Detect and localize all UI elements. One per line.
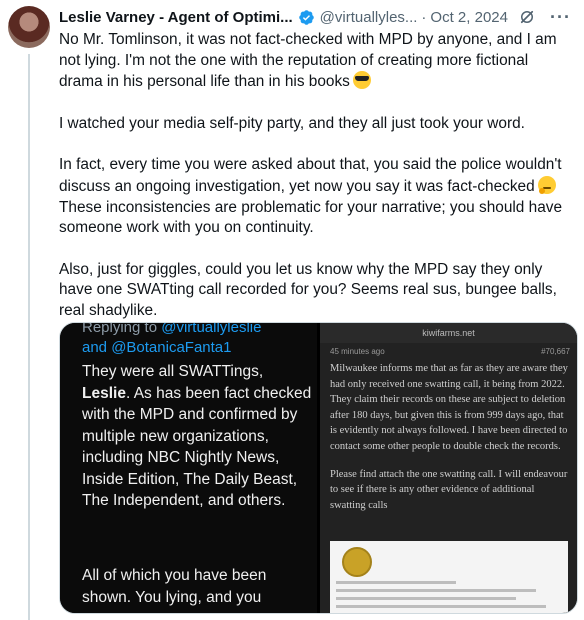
avatar[interactable] [8,6,50,48]
screenshot-reply-text-2: All of which you have been shown. You ly… [82,567,267,606]
tweet-paragraph: I watched your media self-pity party, an… [59,114,525,132]
mention-line: and @BotanicaFanta1 [82,339,232,356]
media-image-left[interactable]: Replying to @virtuallyleslie and @Botani… [60,323,317,613]
tweet[interactable]: Leslie Varney - Agent of Optimi... @virt… [0,0,584,620]
thinking-emoji-icon [537,175,556,194]
tweet-paragraph: No Mr. Tomlinson, it was not fact-checke… [59,31,557,91]
grok-icon[interactable] [518,8,536,26]
tweet-header: Leslie Varney - Agent of Optimi... @virt… [59,6,579,28]
tweet-paragraph: Also, just for giggles, could you let us… [59,260,557,319]
forum-site-name: kiwifarms.net [320,323,577,343]
tweet-paragraph: These inconsistencies are problematic fo… [59,198,563,237]
police-seal-icon [342,547,372,577]
verified-badge-icon [298,9,314,25]
separator-dot: · [421,8,427,26]
author-name[interactable]: Leslie Varney - Agent of Optimi... [59,9,293,26]
more-options-icon[interactable]: ··· [550,7,571,28]
screenshot-reply-text: They were all SWATTings, Leslie. As has … [82,363,312,509]
thread-line [28,54,30,620]
tweet-text: No Mr. Tomlinson, it was not fact-checke… [59,30,573,322]
forum-post-text: Milwaukee informs me that as far as they… [330,363,568,511]
tweet-date[interactable]: Oct 2, 2024 [430,9,508,26]
document-thumbnail [330,541,568,613]
author-handle[interactable]: @virtuallyles... [320,9,418,26]
media-image-right[interactable]: kiwifarms.net 45 minutes ago #70,667 Mil… [320,323,577,613]
media-grid[interactable]: Replying to @virtuallyleslie and @Botani… [59,322,578,614]
tweet-paragraph: In fact, every time you were asked about… [59,156,562,195]
sunglasses-emoji-icon [352,71,371,90]
replying-to-line: Replying to @virtuallyleslie [82,322,262,336]
forum-post-meta: 45 minutes ago #70,667 [330,347,570,356]
